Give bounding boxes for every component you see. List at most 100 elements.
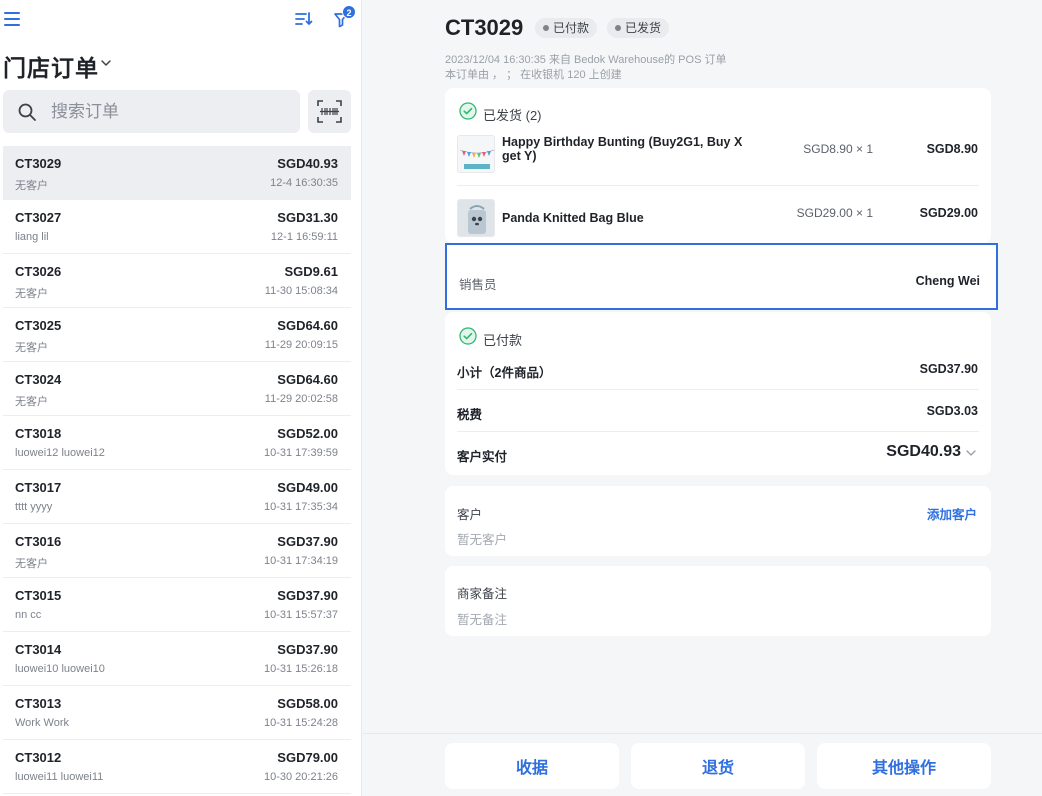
order-customer: liang lil xyxy=(15,231,49,243)
item-name: Happy Birthday Bunting (Buy2G1, Buy X ge… xyxy=(502,135,743,163)
order-amount: SGD58.00 xyxy=(277,696,338,711)
note-label: 商家备注 xyxy=(457,587,508,601)
order-customer: 无客户 xyxy=(15,342,48,354)
order-meta-source: 2023/12/04 16:30:35 来自 Bedok Warehouse的 … xyxy=(445,54,727,66)
search-icon xyxy=(18,103,36,121)
order-customer: nn cc xyxy=(15,609,42,621)
order-amount: SGD37.90 xyxy=(277,588,338,603)
note-empty-text: 暂无备注 xyxy=(457,613,508,627)
order-id: CT3025 xyxy=(15,318,62,333)
merchant-note-card: 商家备注 暂无备注 xyxy=(445,566,991,636)
order-time: 10-31 17:35:34 xyxy=(263,501,338,513)
order-time: 12-1 16:59:11 xyxy=(270,231,338,243)
subtotal-value: SGD37.90 xyxy=(919,362,978,376)
order-amount: SGD64.60 xyxy=(277,318,338,333)
action-bar: 收据 退货 其他操作 xyxy=(363,733,1042,796)
order-list: CT3029 无客户 SGD40.93 12-4 16:30:35 CT3027 lian… xyxy=(3,146,351,794)
order-list-item[interactable]: CT3017 tttt yyyy SGD49.00 10-31 17:35:34 xyxy=(3,470,351,524)
order-list-item[interactable]: CT3016 无客户 SGD37.90 10-31 17:34:19 xyxy=(3,524,351,578)
sort-icon[interactable] xyxy=(294,9,314,29)
order-id: CT3012 xyxy=(15,750,62,765)
customer-empty-text: 暂无客户 xyxy=(457,533,508,547)
order-time: 10-30 20:21:26 xyxy=(263,771,338,783)
order-id: CT3026 xyxy=(15,264,62,279)
order-list-item[interactable]: CT3024 无客户 SGD64.60 11-29 20:02:58 xyxy=(3,362,351,416)
order-id: CT3027 xyxy=(15,210,62,225)
check-circle-icon xyxy=(459,327,477,345)
order-amount: SGD64.60 xyxy=(277,372,338,387)
order-list-item[interactable]: CT3014 luowei10 luowei10 SGD37.90 10-31 15:… xyxy=(3,632,351,686)
order-id: CT3017 xyxy=(15,480,62,495)
order-time: 10-31 17:39:59 xyxy=(263,447,338,459)
page-title[interactable]: 门店订单 xyxy=(3,49,99,83)
order-list-item[interactable]: CT3018 luowei12 luowei12 SGD52.00 10-31 17:… xyxy=(3,416,351,470)
item-total: SGD8.90 xyxy=(926,142,978,156)
add-customer-link[interactable]: 添加客户 xyxy=(927,504,977,523)
order-id: CT3024 xyxy=(15,372,62,387)
order-id: CT3013 xyxy=(15,696,62,711)
scan-barcode-button[interactable] xyxy=(308,90,351,133)
customer-label: 客户 xyxy=(457,508,483,522)
order-list-item[interactable]: CT3026 无客户 SGD9.61 11-30 15:08:34 xyxy=(3,254,351,308)
line-item[interactable]: Happy Birthday Bunting (Buy2G1, Buy X ge… xyxy=(445,125,991,187)
menu-icon[interactable] xyxy=(4,12,20,26)
filter-count-badge: 2 xyxy=(342,5,356,19)
check-circle-icon xyxy=(459,102,477,120)
paid-total-value[interactable]: SGD40.93 xyxy=(886,443,961,461)
order-amount: SGD37.90 xyxy=(277,534,338,549)
order-list-item[interactable]: CT3012 luowei11 luowei11 SGD79.00 10-30 20:… xyxy=(3,740,351,794)
order-customer: tttt yyyy xyxy=(15,501,53,513)
order-time: 10-31 15:57:37 xyxy=(263,609,338,621)
order-id: CT3029 xyxy=(15,156,62,171)
item-unit-price: SGD8.90 × 1 xyxy=(803,142,873,156)
order-list-item[interactable]: CT3027 liang lil SGD31.30 12-1 16:59:11 xyxy=(3,200,351,254)
shipped-header: 已发货 (2) xyxy=(483,108,542,123)
order-time: 10-31 17:34:19 xyxy=(263,555,338,567)
chevron-down-icon[interactable] xyxy=(965,448,977,458)
search-box xyxy=(3,90,300,133)
order-amount: SGD9.61 xyxy=(284,264,338,279)
order-list-item[interactable]: CT3013 Work Work SGD58.00 10-31 15:24:28 xyxy=(3,686,351,740)
customer-card: 客户 暂无客户 添加客户 xyxy=(445,486,991,556)
order-list-item[interactable]: CT3029 无客户 SGD40.93 12-4 16:30:35 xyxy=(3,146,351,200)
order-list-item[interactable]: CT3025 无客户 SGD64.60 11-29 20:09:15 xyxy=(3,308,351,362)
item-name: Panda Knitted Bag Blue xyxy=(502,211,644,225)
bag-image xyxy=(457,199,495,237)
chevron-down-icon[interactable] xyxy=(100,58,112,68)
item-total: SGD29.00 xyxy=(919,206,978,220)
order-id: CT3014 xyxy=(15,642,62,657)
order-id: CT3018 xyxy=(15,426,62,441)
payment-card: 已付款 小计（2件商品） SGD37.90 税费 SGD3.03 客户实付 SG… xyxy=(445,312,991,475)
order-customer: 无客户 xyxy=(15,180,48,192)
divider xyxy=(457,431,979,432)
receipt-button[interactable]: 收据 xyxy=(445,743,619,789)
order-customer: 无客户 xyxy=(15,558,48,570)
refund-button[interactable]: 退货 xyxy=(631,743,805,789)
order-id: CT3015 xyxy=(15,588,62,603)
tax-label: 税费 xyxy=(457,408,483,422)
more-actions-button[interactable]: 其他操作 xyxy=(817,743,991,789)
salesperson-name: Cheng Wei xyxy=(915,274,980,288)
order-amount: SGD79.00 xyxy=(277,750,338,765)
order-customer: Work Work xyxy=(15,717,69,729)
barcode-scan-icon xyxy=(317,100,342,123)
order-customer: luowei12 luowei12 xyxy=(15,447,105,459)
salesperson-row[interactable]: 销售员 Cheng Wei xyxy=(445,243,998,310)
order-time: 10-31 15:24:28 xyxy=(263,717,338,729)
order-customer: 无客户 xyxy=(15,288,48,300)
order-detail-panel: CT3029 已付款 已发货 2023/12/04 16:30:35 来自 Be… xyxy=(363,0,1042,796)
bunting-image xyxy=(457,135,495,173)
order-amount: SGD40.93 xyxy=(277,156,338,171)
order-list-item[interactable]: CT3015 nn cc SGD37.90 10-31 15:57:37 xyxy=(3,578,351,632)
order-amount: SGD31.30 xyxy=(277,210,338,225)
tax-value: SGD3.03 xyxy=(926,404,978,418)
paid-total-label: 客户实付 xyxy=(457,450,508,464)
order-id-title: CT3029 xyxy=(445,15,524,40)
order-customer: 无客户 xyxy=(15,396,48,408)
search-input[interactable] xyxy=(51,90,291,133)
order-time: 12-4 16:30:35 xyxy=(270,177,338,189)
order-id: CT3016 xyxy=(15,534,62,549)
subtotal-label: 小计（2件商品） xyxy=(457,366,552,380)
item-unit-price: SGD29.00 × 1 xyxy=(796,206,873,220)
line-item[interactable]: Panda Knitted Bag Blue SGD29.00 × 1 SGD2… xyxy=(445,189,991,251)
